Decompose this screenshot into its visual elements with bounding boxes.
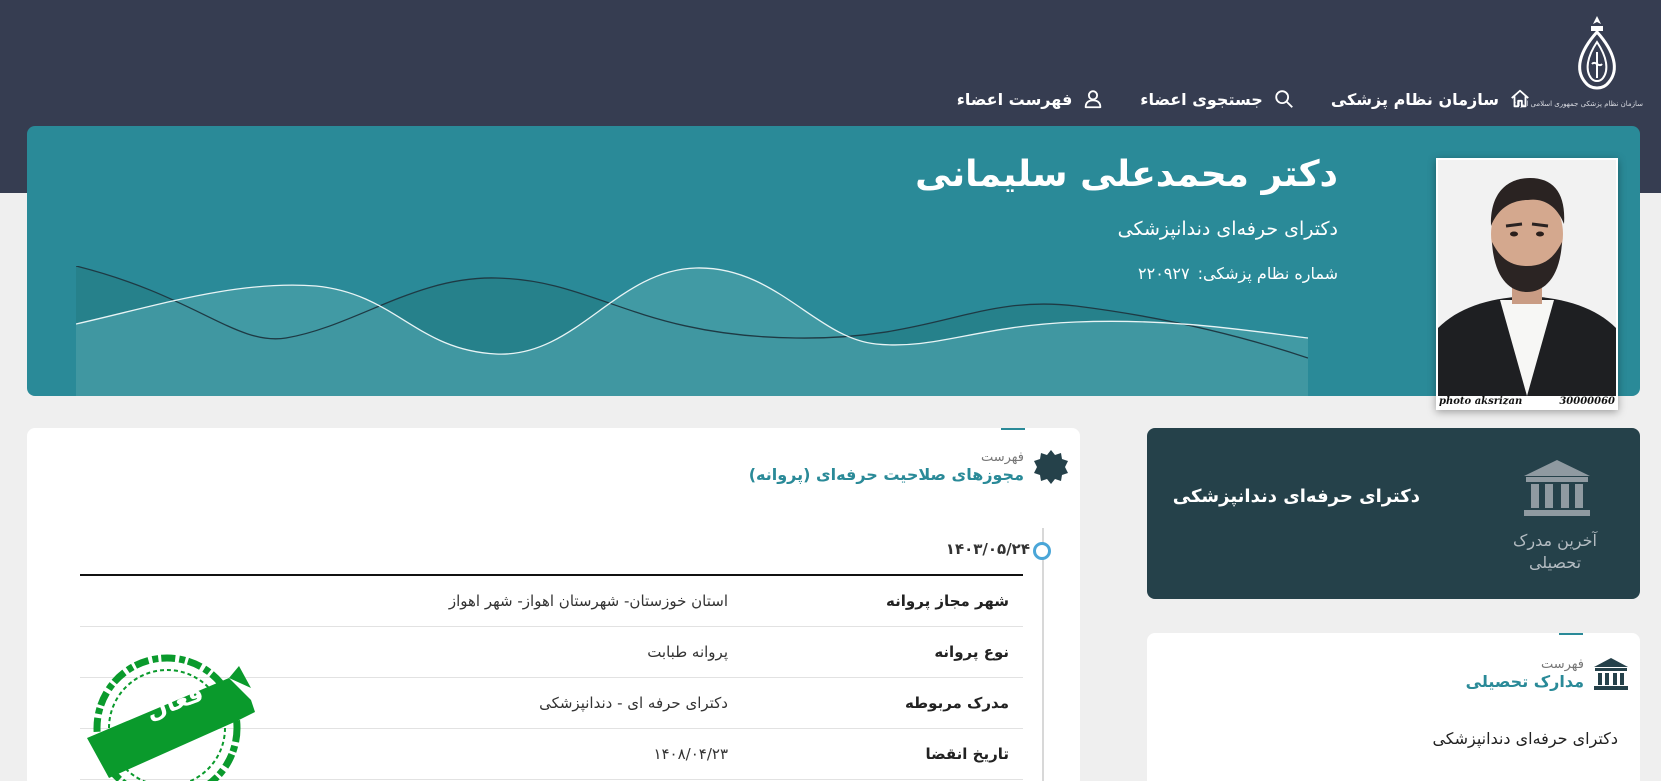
licenses-heading-title: مجوزهای صلاحیت حرفه‌ای (پروانه) — [748, 465, 1024, 484]
row-value: دکترای حرفه ای - دندانپزشکی — [539, 694, 728, 712]
card-accent — [1559, 633, 1583, 635]
table-row: شهر مجاز پروانه استان خوزستان- شهرستان ا… — [80, 576, 1023, 627]
doctor-name: دکتر محمدعلی سلیمانی — [915, 154, 1338, 195]
licenses-heading: فهرست مجوزهای صلاحیت حرفه‌ای (پروانه) — [749, 448, 1070, 486]
timeline-line — [1042, 528, 1044, 781]
row-label: شهر مجاز پروانه — [886, 592, 1009, 610]
degrees-heading-small: فهرست — [1540, 657, 1584, 672]
timeline-dot — [1033, 542, 1051, 560]
degrees-heading: فهرست مدارک تحصیلی — [1466, 655, 1630, 693]
degrees-heading-title: مدارک تحصیلی — [1465, 672, 1584, 691]
doctor-photo: photo aksrizan 30000060 — [1436, 158, 1618, 410]
active-status-stamp: فعال — [79, 628, 269, 781]
search-icon — [1275, 90, 1293, 108]
main-nav: سازمان نظام پزشکی جستجوی اعضاء فهرست اعض… — [957, 86, 1531, 112]
licenses-heading-small: فهرست — [980, 450, 1024, 465]
profile-banner: دکتر محمدعلی سلیمانی دکترای حرفه‌ای دندا… — [27, 126, 1640, 396]
card-accent — [1001, 428, 1025, 430]
medical-council-emblem-icon — [1578, 16, 1616, 90]
decorative-waves — [76, 266, 1308, 396]
licenses-card: فهرست مجوزهای صلاحیت حرفه‌ای (پروانه) ۱۴… — [27, 428, 1080, 781]
nav-item-members-list[interactable]: فهرست اعضاء — [957, 88, 1105, 110]
photo-caption-right: 30000060 — [1559, 396, 1615, 407]
nav-item-label: فهرست اعضاء — [956, 89, 1073, 109]
photo-caption-left: photo aksrizan — [1439, 396, 1523, 407]
portrait-illustration — [1438, 160, 1616, 396]
council-number-value: ۲۲۰۹۲۷ — [1138, 264, 1190, 283]
degree-list-item: دکترای حرفه‌ای دندانپزشکی — [1432, 729, 1618, 748]
photo-image — [1438, 160, 1616, 396]
nav-item-search-members[interactable]: جستجوی اعضاء — [1140, 88, 1295, 110]
user-icon — [1085, 90, 1102, 109]
council-number: شماره نظام پزشکی: ۲۲۰۹۲۷ — [1138, 264, 1338, 283]
logo-text: سازمان نظام پزشکی جمهوری اسلامی ایران — [1513, 100, 1643, 108]
last-degree-card: آخرین مدرک تحصیلی دکترای حرفه‌ای دندانپز… — [1147, 428, 1640, 599]
nav-item-label: سازمان نظام پزشکی — [1330, 89, 1499, 109]
row-value: پروانه طبابت — [647, 643, 728, 661]
site-logo[interactable]: سازمان نظام پزشکی جمهوری اسلامی ایران — [1513, 12, 1643, 112]
institution-icon — [1524, 460, 1590, 516]
home-icon — [1511, 89, 1529, 108]
institution-icon — [1594, 658, 1628, 690]
row-value: استان خوزستان- شهرستان اهواز- شهر اهواز — [448, 592, 728, 610]
license-date: ۱۴۰۳/۰۵/۲۴ — [945, 540, 1030, 558]
last-degree-label: آخرین مدرک تحصیلی — [1513, 531, 1597, 572]
row-label: نوع پروانه — [934, 643, 1009, 661]
council-number-label: شماره نظام پزشکی: — [1197, 264, 1338, 283]
row-label: تاریخ انقضا — [925, 745, 1009, 763]
badge-seal-icon — [1034, 450, 1068, 484]
row-label: مدرک مربوطه — [904, 694, 1009, 712]
last-degree-value: دکترای حرفه‌ای دندانپزشکی — [1172, 486, 1420, 507]
row-value: ۱۴۰۸/۰۴/۲۳ — [653, 745, 728, 763]
photo-caption: photo aksrizan 30000060 — [1439, 396, 1615, 408]
nav-item-council[interactable]: سازمان نظام پزشکی — [1331, 88, 1531, 110]
nav-item-label: جستجوی اعضاء — [1140, 89, 1263, 109]
degrees-card: فهرست مدارک تحصیلی دکترای حرفه‌ای دندانپ… — [1147, 633, 1640, 781]
doctor-specialty: دکترای حرفه‌ای دندانپزشکی — [1117, 218, 1338, 240]
